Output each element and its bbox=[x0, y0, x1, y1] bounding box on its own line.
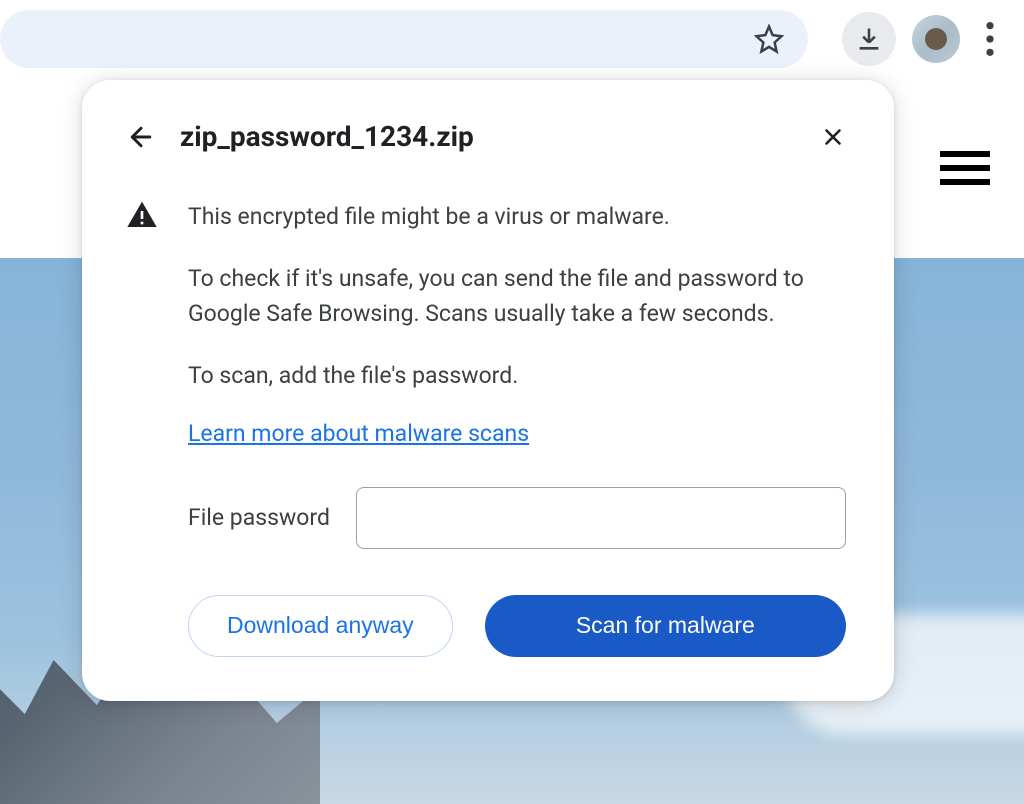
warning-heading: This encrypted file might be a virus or … bbox=[188, 199, 846, 235]
dialog-filename: zip_password_1234.zip bbox=[180, 120, 796, 153]
browser-toolbar bbox=[0, 0, 1024, 78]
file-password-input[interactable] bbox=[356, 487, 846, 549]
bookmark-star-icon[interactable] bbox=[752, 22, 786, 56]
password-row: File password bbox=[188, 487, 846, 549]
scan-for-malware-button[interactable]: Scan for malware bbox=[485, 595, 846, 657]
dialog-actions: Download anyway Scan for malware bbox=[126, 595, 846, 657]
back-arrow-icon[interactable] bbox=[126, 122, 156, 152]
hamburger-menu-icon[interactable] bbox=[940, 151, 990, 185]
address-bar[interactable] bbox=[0, 10, 808, 68]
learn-more-link[interactable]: Learn more about malware scans bbox=[188, 420, 529, 447]
scan-instruction: To scan, add the file's password. bbox=[188, 358, 846, 394]
downloads-button[interactable] bbox=[842, 12, 896, 66]
browser-menu-icon[interactable] bbox=[968, 12, 1012, 66]
dialog-header: zip_password_1234.zip bbox=[126, 120, 846, 153]
dialog-body: This encrypted file might be a virus or … bbox=[126, 199, 846, 549]
close-icon[interactable] bbox=[820, 124, 846, 150]
warning-triangle-icon bbox=[126, 199, 158, 235]
profile-avatar[interactable] bbox=[912, 15, 960, 63]
password-label: File password bbox=[188, 504, 330, 531]
download-warning-dialog: zip_password_1234.zip This encrypted fil… bbox=[82, 80, 894, 701]
download-anyway-button[interactable]: Download anyway bbox=[188, 595, 453, 657]
warning-description: To check if it's unsafe, you can send th… bbox=[188, 261, 846, 332]
